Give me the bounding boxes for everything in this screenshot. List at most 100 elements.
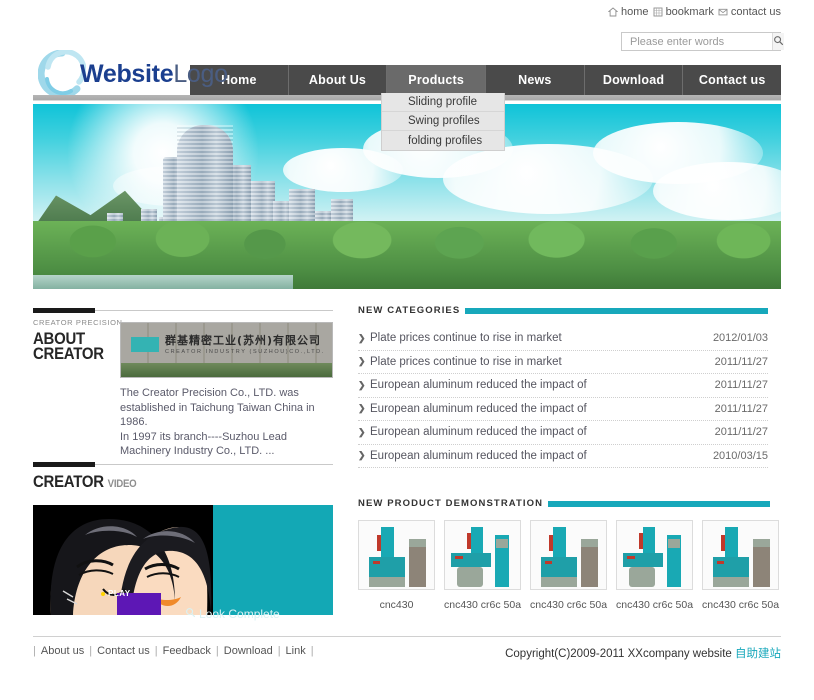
news-date: 2012/01/03 [713, 332, 768, 344]
nav-item-download[interactable]: Download [585, 65, 684, 95]
product-caption: cnc430 [358, 599, 435, 611]
about-rule [33, 308, 95, 313]
page-root: home bookmark contact us [0, 0, 814, 700]
footer-link-contact-us[interactable]: Contact us [97, 645, 150, 657]
main-navigation: Home About Us Products News Download Con… [190, 65, 781, 95]
product-card[interactable]: cnc430 [358, 520, 435, 611]
news-list: ❯ Plate prices continue to rise in marke… [358, 327, 768, 468]
product-thumbnail[interactable] [444, 520, 521, 590]
sign-english-text: CREATOR INDUSTRY (SUZHOU)CO.,LTD. [165, 349, 325, 355]
footer-separator: | [155, 645, 158, 657]
video-thumbnail[interactable]: PLAY [33, 505, 213, 615]
news-title[interactable]: European aluminum reduced the impact of [370, 403, 715, 415]
dropdown-item-folding-profiles[interactable]: folding profiles [382, 131, 504, 150]
nav-item-contact-us[interactable]: Contact us [683, 65, 781, 95]
footer-copyright: Copyright(C)2009-2011 XXcompany website … [505, 645, 781, 661]
news-date: 2011/11/27 [715, 379, 768, 391]
product-card[interactable]: cnc430 cr6c 50a [702, 520, 779, 611]
news-date: 2011/11/27 [715, 356, 768, 368]
footer-link-download[interactable]: Download [224, 645, 273, 657]
product-caption: cnc430 cr6c 50a [444, 599, 521, 611]
news-list-item[interactable]: ❯ European aluminum reduced the impact o… [358, 374, 768, 398]
chevron-right-icon: ❯ [358, 403, 370, 414]
news-list-item[interactable]: ❯ European aluminum reduced the impact o… [358, 398, 768, 422]
products-header-bar [548, 501, 770, 507]
logo-text-part2: Logo [173, 60, 227, 88]
dropdown-item-swing-profiles[interactable]: Swing profiles [382, 112, 504, 131]
swirl-logo-icon [38, 50, 86, 98]
footer-link-about-us[interactable]: About us [41, 645, 84, 657]
sign-grass [121, 363, 332, 377]
video-title-main: CREATOR [33, 472, 104, 491]
product-thumbnail[interactable] [358, 520, 435, 590]
search-input[interactable] [622, 33, 772, 50]
chevron-right-icon: ❯ [358, 450, 370, 461]
product-thumbnail[interactable] [530, 520, 607, 590]
company-sign-image[interactable]: 群基精密工业(苏州)有限公司 CREATOR INDUSTRY (SUZHOU)… [120, 322, 333, 378]
copyright-text: Copyright(C)2009-2011 XXcompany website [505, 648, 735, 660]
video-rule [33, 462, 95, 467]
top-link-bookmark-label[interactable]: bookmark [666, 6, 714, 18]
chevron-right-icon: ❯ [358, 356, 370, 367]
product-thumbnail[interactable] [616, 520, 693, 590]
play-button[interactable]: PLAY [101, 589, 131, 598]
top-link-contact[interactable]: contact us [718, 6, 781, 18]
product-card[interactable]: cnc430 cr6c 50a [530, 520, 607, 611]
product-caption: cnc430 cr6c 50a [616, 599, 693, 611]
search-button[interactable] [772, 33, 784, 50]
footer-divider [33, 636, 781, 637]
top-link-contact-label[interactable]: contact us [731, 6, 781, 18]
top-link-home-label[interactable]: home [621, 6, 649, 18]
mail-icon [718, 7, 728, 17]
news-title[interactable]: Plate prices continue to rise in market [370, 332, 713, 344]
about-rule-thin [95, 310, 333, 311]
chevron-right-icon: ❯ [358, 427, 370, 438]
sign-logo-mark [131, 337, 159, 352]
nav-item-about-us[interactable]: About Us [289, 65, 388, 95]
news-list-item[interactable]: ❯ European aluminum reduced the impact o… [358, 445, 768, 469]
news-title[interactable]: European aluminum reduced the impact of [370, 379, 715, 391]
video-title-sub: VIDEO [108, 478, 137, 490]
video-player[interactable]: PLAY [33, 505, 333, 615]
footer-separator: | [311, 645, 314, 657]
nav-item-news[interactable]: News [486, 65, 585, 95]
products-section-header: NEW PRODUCT DEMONSTRATION [358, 498, 770, 509]
search-icon [773, 33, 784, 51]
magnifier-icon [185, 607, 196, 621]
product-thumbnail[interactable] [702, 520, 779, 590]
top-utility-links: home bookmark contact us [608, 6, 781, 18]
products-section-title: NEW PRODUCT DEMONSTRATION [358, 498, 543, 509]
news-title[interactable]: Plate prices continue to rise in market [370, 356, 715, 368]
product-card[interactable]: cnc430 cr6c 50a [444, 520, 521, 611]
top-link-home[interactable]: home [608, 6, 649, 18]
news-section-header: NEW CATEGORIES [358, 305, 768, 316]
news-title[interactable]: European aluminum reduced the impact of [370, 426, 715, 438]
product-card[interactable]: cnc430 cr6c 50a [616, 520, 693, 611]
bookmark-icon [653, 7, 663, 17]
look-complete-button[interactable]: Look Complete [185, 607, 303, 621]
banner-cloud [283, 148, 403, 192]
logo-text: WebsiteLogo [80, 60, 228, 89]
news-list-item[interactable]: ❯ European aluminum reduced the impact o… [358, 421, 768, 445]
footer-separator: | [278, 645, 281, 657]
product-caption: cnc430 cr6c 50a [702, 599, 779, 611]
news-title[interactable]: European aluminum reduced the impact of [370, 450, 713, 462]
products-header-row: NEW PRODUCT DEMONSTRATION [358, 498, 770, 509]
footer-link-feedback[interactable]: Feedback [163, 645, 211, 657]
play-icon [101, 592, 105, 596]
footer-separator: | [33, 645, 36, 657]
footer-link-link[interactable]: Link [286, 645, 306, 657]
news-list-item[interactable]: ❯ Plate prices continue to rise in marke… [358, 327, 768, 351]
news-header-bar [465, 308, 768, 314]
news-list-item[interactable]: ❯ Plate prices continue to rise in marke… [358, 351, 768, 375]
copyright-cn-link[interactable]: 自助建站 [735, 648, 781, 660]
footer-separator: | [89, 645, 92, 657]
chevron-right-icon: ❯ [358, 333, 370, 344]
top-link-bookmark[interactable]: bookmark [653, 6, 714, 18]
dropdown-item-sliding-profile[interactable]: Sliding profile [382, 93, 504, 112]
video-artwork [33, 505, 213, 615]
product-caption: cnc430 cr6c 50a [530, 599, 607, 611]
nav-item-products[interactable]: Products [387, 65, 486, 95]
news-date: 2010/03/15 [713, 450, 768, 462]
sign-chinese-text: 群基精密工业(苏州)有限公司 [165, 332, 321, 348]
